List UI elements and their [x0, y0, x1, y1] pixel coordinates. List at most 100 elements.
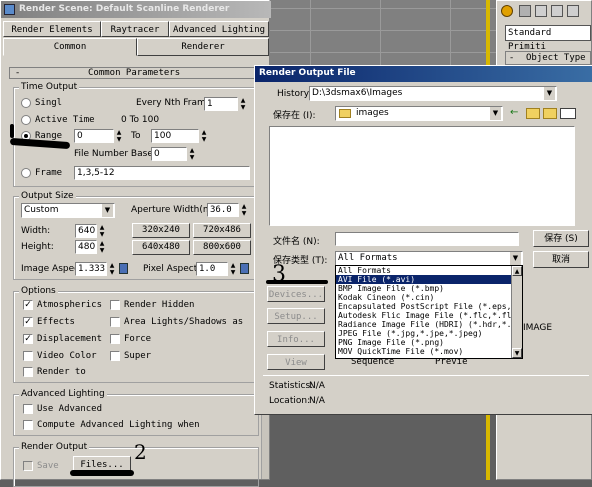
- height-field[interactable]: 480: [75, 240, 97, 254]
- format-option[interactable]: Kodak Cineon (*.cin): [336, 293, 511, 302]
- max-app-icon: [4, 4, 15, 15]
- annotation-number-2: 2: [134, 440, 147, 464]
- display-tab-icon[interactable]: [567, 5, 579, 17]
- annotation-mark-files: [70, 470, 134, 476]
- tab-renderer[interactable]: Renderer: [137, 38, 269, 56]
- up-folder-icon[interactable]: [526, 108, 540, 119]
- compute-advanced-checkbox[interactable]: [23, 420, 33, 430]
- pixel-aspect-spinner[interactable]: ▲ ▼: [229, 262, 237, 276]
- view-button[interactable]: View: [267, 354, 325, 370]
- width-spinner[interactable]: ▲ ▼: [98, 224, 106, 238]
- displacement-checkbox[interactable]: ✓: [23, 334, 33, 344]
- frame-field[interactable]: 1,3,5-12: [74, 166, 250, 180]
- every-nth-field[interactable]: 1: [204, 97, 238, 111]
- tab-advanced-lighting[interactable]: Advanced Lighting: [169, 21, 269, 37]
- range-from-spinner[interactable]: ▲ ▼: [115, 129, 123, 143]
- viewport-background: [270, 0, 500, 68]
- image-aspect-lock-icon[interactable]: [119, 263, 128, 274]
- format-option[interactable]: PNG Image File (*.png): [336, 338, 511, 347]
- hierarchy-tab-icon[interactable]: [535, 5, 547, 17]
- super-checkbox[interactable]: [110, 351, 120, 361]
- pixel-aspect-lock-icon[interactable]: [240, 263, 249, 274]
- range-to-field[interactable]: 100: [151, 129, 199, 143]
- create-tab-icon[interactable]: [501, 5, 513, 17]
- scroll-down-icon[interactable]: ▼: [512, 348, 522, 358]
- location-value: N/A: [309, 396, 325, 406]
- atmospherics-checkbox[interactable]: ✓: [23, 300, 33, 310]
- active-time-radio[interactable]: [21, 115, 31, 125]
- modify-tab-icon[interactable]: [519, 5, 531, 17]
- single-label: Singl: [35, 98, 63, 108]
- format-option[interactable]: All Formats: [336, 266, 511, 275]
- pixel-aspect-label: Pixel Aspect:: [143, 264, 201, 274]
- height-spinner[interactable]: ▲ ▼: [98, 240, 106, 254]
- format-option[interactable]: AVI File (*.avi): [336, 275, 511, 284]
- setup-button[interactable]: Setup...: [267, 308, 325, 324]
- format-option[interactable]: Autodesk Flic Image File (*.flc,*.fli: [336, 311, 511, 320]
- chevron-down-icon: ▼: [510, 252, 521, 265]
- file-number-base-field[interactable]: 0: [151, 147, 187, 161]
- rollout-sign: -: [16, 68, 20, 78]
- preset-320x240-button[interactable]: 320x240: [132, 223, 190, 238]
- format-option[interactable]: Encapsulated PostScript File (*.eps,*: [336, 302, 511, 311]
- file-list-area[interactable]: [269, 126, 575, 226]
- filetype-dropdown[interactable]: All Formats ▼: [335, 251, 523, 266]
- frame-radio[interactable]: [21, 168, 31, 178]
- format-option[interactable]: BMP Image File (*.bmp): [336, 284, 511, 293]
- new-folder-icon[interactable]: [543, 108, 557, 119]
- folder-icon: [339, 109, 351, 118]
- format-option[interactable]: Radiance Image File (HDRI) (*.hdr,*.p: [336, 320, 511, 329]
- render-hidden-checkbox[interactable]: [110, 300, 120, 310]
- filename-field[interactable]: [335, 232, 519, 246]
- scroll-up-icon[interactable]: ▲: [512, 266, 522, 276]
- width-field[interactable]: 640: [75, 224, 97, 238]
- pixel-aspect-field[interactable]: 1.0: [196, 262, 228, 276]
- render-to-checkbox[interactable]: [23, 367, 33, 377]
- save-file-checkbox[interactable]: [23, 461, 33, 471]
- standard-primitives-dropdown[interactable]: Standard Primiti: [505, 25, 591, 52]
- format-list-scrollbar[interactable]: ▲ ▼: [511, 266, 522, 358]
- info-button[interactable]: Info...: [267, 331, 325, 347]
- image-aspect-field[interactable]: 1.333: [75, 262, 107, 276]
- cancel-button[interactable]: 取消: [533, 251, 589, 268]
- view-menu-icon[interactable]: [560, 108, 576, 119]
- dialog-titlebar[interactable]: Render Output File: [255, 66, 592, 82]
- save-in-dropdown[interactable]: images ▼: [335, 106, 503, 121]
- common-parameters-rollout[interactable]: - Common Parameters: [9, 67, 255, 79]
- single-radio[interactable]: [21, 98, 31, 108]
- every-nth-spinner[interactable]: ▲ ▼: [239, 97, 247, 111]
- history-dropdown[interactable]: D:\3dsmax6\Images ▼: [309, 86, 557, 101]
- format-option[interactable]: JPEG File (*.jpg,*.jpe,*.jpeg): [336, 329, 511, 338]
- tab-render-elements[interactable]: Render Elements: [3, 21, 101, 37]
- save-button[interactable]: 保存 (S): [533, 230, 589, 247]
- image-aspect-spinner[interactable]: ▲ ▼: [108, 262, 116, 276]
- file-number-base-spinner[interactable]: ▲ ▼: [188, 147, 196, 161]
- force-checkbox[interactable]: [110, 334, 120, 344]
- tab-raytracer[interactable]: Raytracer: [101, 21, 169, 37]
- range-from-field[interactable]: 0: [74, 129, 114, 143]
- preset-720x486-button[interactable]: 720x486: [193, 223, 251, 238]
- back-icon[interactable]: ←: [510, 108, 524, 120]
- aperture-spinner[interactable]: ▲ ▼: [240, 203, 248, 217]
- output-preset-dropdown[interactable]: Custom ▼: [21, 203, 115, 218]
- effects-checkbox[interactable]: ✓: [23, 317, 33, 327]
- dialog-title: Render Output File: [259, 68, 356, 78]
- file-number-base-label: File Number Base:: [74, 149, 156, 159]
- devices-button[interactable]: Devices...: [267, 286, 325, 302]
- preset-800x600-button[interactable]: 800x600: [193, 240, 251, 255]
- chevron-down-icon: ▼: [490, 107, 501, 120]
- render-scene-titlebar[interactable]: Render Scene: Default Scanline Renderer: [1, 1, 271, 18]
- aperture-field[interactable]: 36.0: [207, 203, 239, 217]
- range-to-spinner[interactable]: ▲ ▼: [200, 129, 208, 143]
- area-lights-checkbox[interactable]: [110, 317, 120, 327]
- rollout-title: Common Parameters: [88, 68, 181, 78]
- video-color-checkbox[interactable]: [23, 351, 33, 361]
- output-size-title: Output Size: [19, 191, 76, 201]
- motion-tab-icon[interactable]: [551, 5, 563, 17]
- preset-640x480-button[interactable]: 640x480: [132, 240, 190, 255]
- tab-common[interactable]: Common: [3, 38, 137, 56]
- render-scene-title: Render Scene: Default Scanline Renderer: [19, 4, 230, 14]
- object-type-rollout[interactable]: - Object Type: [505, 51, 591, 65]
- format-option[interactable]: MOV QuickTime File (*.mov): [336, 347, 511, 356]
- use-advanced-checkbox[interactable]: [23, 404, 33, 414]
